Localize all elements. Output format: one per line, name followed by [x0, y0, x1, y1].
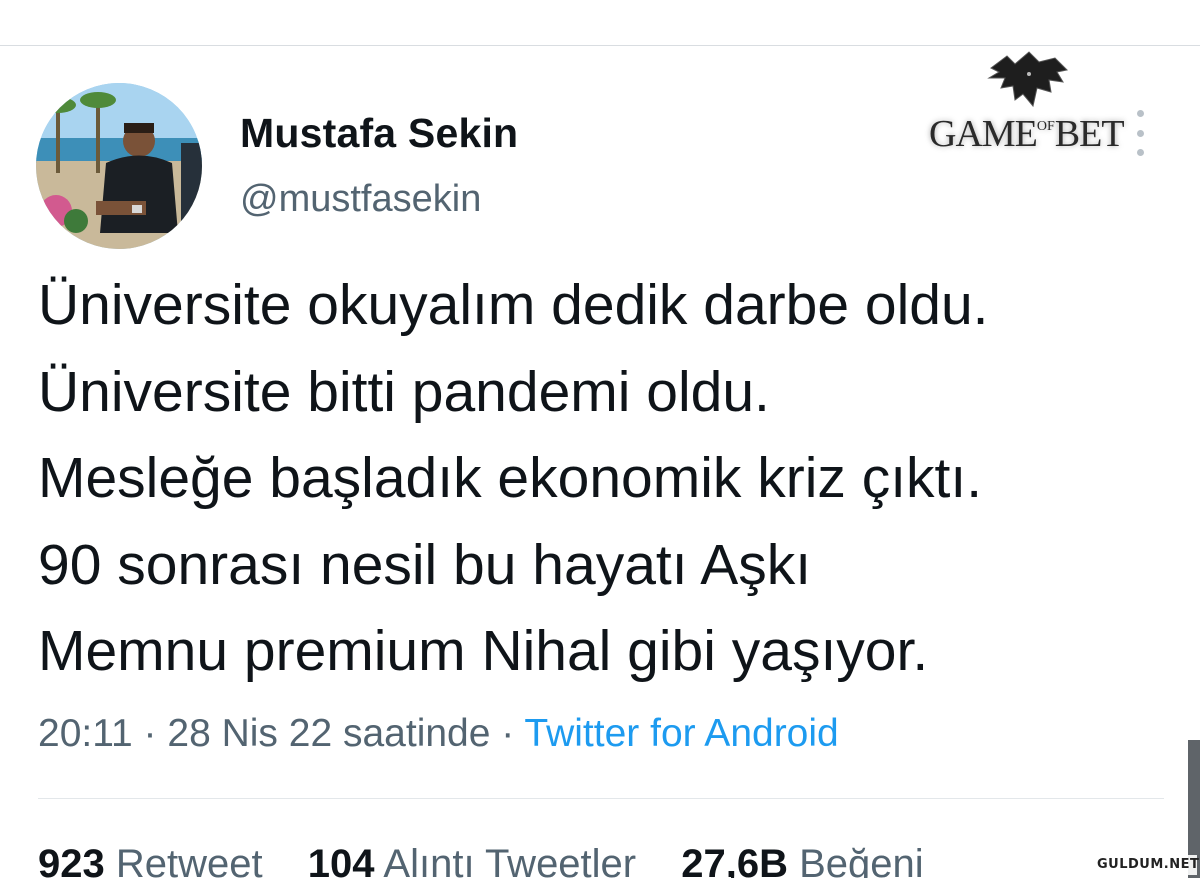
quote-tweets-label: Alıntı Tweetler — [383, 842, 637, 878]
tweet-line: 90 sonrası nesil bu hayatı Aşkı — [38, 532, 812, 597]
tweet-screenshot: Mustafa Sekin @mustfasekin GAMEOFBET Üni… — [0, 0, 1200, 878]
tweet-source-link[interactable]: Twitter for Android — [524, 712, 838, 755]
meta-separator: · — [143, 712, 157, 755]
tweet-meta: 20:11 · 28 Nis 22 saatinde · Twitter for… — [38, 712, 839, 756]
tweet-stats: 923 Retweet 104 Alıntı Tweetler 27,6B Be… — [38, 842, 958, 878]
logo-wordmark: GAMEOFBET — [929, 112, 1125, 156]
logo-word-bet: BET — [1054, 113, 1125, 155]
likes-count: 27,6B — [681, 842, 788, 878]
more-dot — [1136, 110, 1144, 117]
likes-stat[interactable]: 27,6B Beğeni — [681, 842, 923, 878]
likes-label: Beğeni — [799, 842, 924, 878]
avatar-photo — [36, 83, 202, 249]
stats-divider — [38, 798, 1164, 799]
display-name[interactable]: Mustafa Sekin — [240, 110, 518, 157]
retweet-stat[interactable]: 923 Retweet — [38, 842, 263, 878]
tweet-line: Üniversite bitti pandemi oldu. — [38, 359, 770, 424]
avatar[interactable] — [36, 83, 202, 249]
quote-tweets-count: 104 — [307, 842, 375, 878]
game-of-bet-logo: GAMEOFBET — [925, 50, 1130, 160]
top-divider — [0, 45, 1200, 46]
user-handle[interactable]: @mustfasekin — [240, 178, 481, 221]
tweet-line: Mesleğe başladık ekonomik kriz çıktı. — [38, 446, 983, 510]
meta-separator: · — [501, 712, 515, 755]
retweet-label: Retweet — [115, 842, 263, 878]
tweet-line: Üniversite okuyalım dedik darbe oldu. — [38, 273, 989, 337]
logo-word-of: OF — [1036, 119, 1055, 134]
tweet-date[interactable]: 28 Nis 22 saatinde — [167, 712, 490, 755]
more-options-icon[interactable] — [1133, 110, 1147, 156]
watermark: GULDUM.NET — [1097, 855, 1199, 875]
quote-tweets-stat[interactable]: 104 Alıntı Tweetler — [308, 842, 636, 878]
logo-word-game: GAME — [929, 113, 1038, 155]
more-dot — [1136, 129, 1144, 137]
tweet-text: Üniversite okuyalım dedik darbe oldu. Ün… — [38, 262, 1178, 695]
tweet-time[interactable]: 20:11 — [38, 712, 133, 755]
retweet-count: 923 — [38, 842, 105, 878]
wolf-head-icon — [987, 51, 1069, 108]
more-dot — [1136, 149, 1144, 156]
tweet-line: Memnu premium Nihal gibi yaşıyor. — [38, 619, 929, 683]
